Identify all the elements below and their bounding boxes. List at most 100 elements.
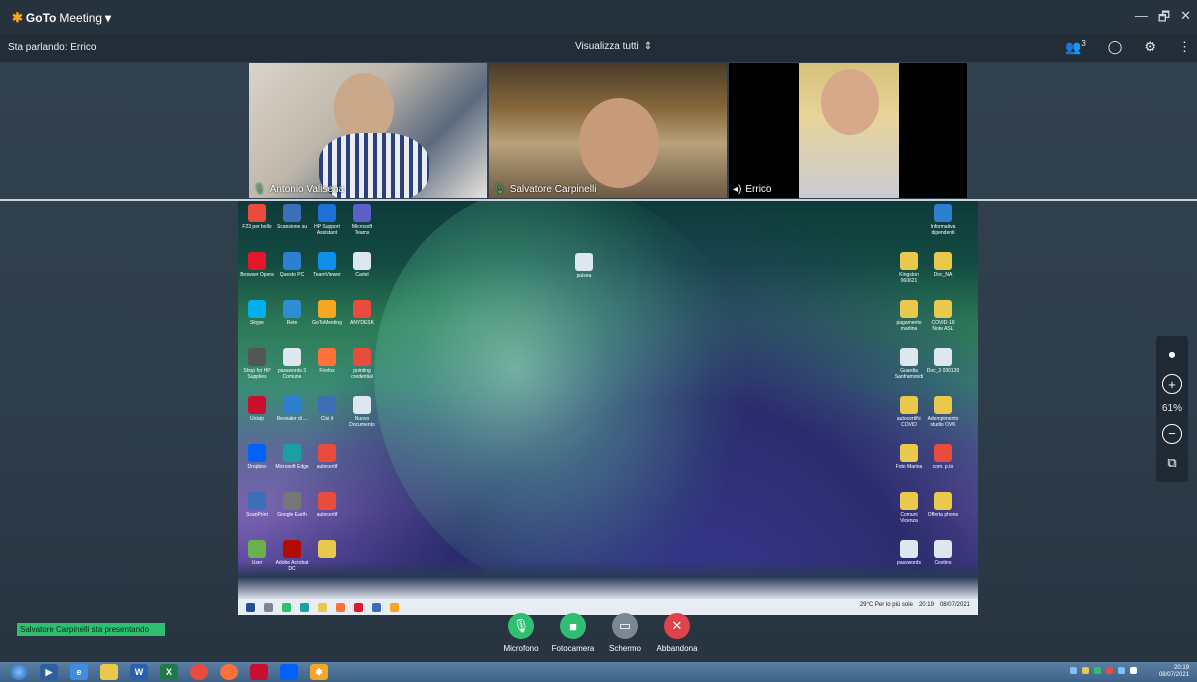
- chat-button[interactable]: ◯: [1108, 39, 1123, 55]
- screenshot-button[interactable]: ⏺: [1162, 345, 1182, 365]
- minimize-button[interactable]: —: [1135, 8, 1148, 30]
- shortcut-icon: [318, 348, 336, 366]
- desktop-shortcut-icon[interactable]: Shop for HP Supplies: [240, 348, 274, 380]
- desktop-shortcut-icon[interactable]: Dropbox: [240, 444, 274, 470]
- desktop-shortcut-icon[interactable]: Cisi it: [310, 396, 344, 422]
- desktop-shortcut-icon[interactable]: Adobe Acrobat DC: [275, 540, 309, 572]
- desktop-shortcut-icon[interactable]: Nuovo Documento: [345, 396, 379, 428]
- desktop-shortcut-icon[interactable]: F23 per bollo: [240, 204, 274, 230]
- desktop-shortcut-icon[interactable]: Unisip: [240, 396, 274, 422]
- chrome-icon[interactable]: [190, 664, 208, 680]
- desktop-shortcut-icon[interactable]: Rete: [275, 300, 309, 326]
- desktop-shortcut-icon[interactable]: Foto Marina: [892, 444, 926, 470]
- excel-icon[interactable]: X: [160, 664, 178, 680]
- zoom-out-button[interactable]: −: [1162, 423, 1182, 444]
- view-all-selector[interactable]: Visualizza tutti ⇕: [575, 41, 652, 52]
- shortcut-icon: [318, 204, 336, 222]
- system-clock[interactable]: 20:19 08/07/2021: [1159, 665, 1189, 679]
- zoom-controls: ⏺ + 61% − ⧉: [1156, 336, 1188, 482]
- desktop-shortcut-icon[interactable]: TeamViewer: [310, 252, 344, 278]
- desktop-icon-label: Shop for HP Supplies: [243, 368, 271, 380]
- desktop-shortcut-icon[interactable]: Comuni Vicenza: [892, 492, 926, 524]
- tray-icon[interactable]: [1082, 667, 1089, 674]
- close-button[interactable]: ✕: [1180, 8, 1191, 30]
- leave-button[interactable]: ✕ Abbandona: [656, 613, 698, 653]
- desktop-shortcut-icon[interactable]: pointing credential: [345, 348, 379, 380]
- desktop-shortcut-icon[interactable]: passwords: [892, 540, 926, 566]
- dropbox-icon[interactable]: [280, 664, 298, 680]
- desktop-shortcut-icon[interactable]: com. p.to: [926, 444, 960, 470]
- media-player-icon[interactable]: ▶: [40, 664, 58, 680]
- app-icon[interactable]: [250, 664, 268, 680]
- tray-icon[interactable]: [1118, 667, 1125, 674]
- app-menu[interactable]: ✱ GoTo Meeting ▾: [12, 10, 111, 26]
- shortcut-icon: [934, 252, 952, 270]
- desktop-shortcut-icon[interactable]: Guardia Sanframondi: [892, 348, 926, 380]
- desktop-icon-label: Skype: [250, 320, 264, 326]
- word-icon[interactable]: W: [130, 664, 148, 680]
- desktop-shortcut-icon[interactable]: passwords 3 Comune: [275, 348, 309, 380]
- desktop-shortcut-icon[interactable]: ANYDESK: [345, 300, 379, 326]
- desktop-shortcut-icon[interactable]: Microsoft Edge: [275, 444, 309, 470]
- shortcut-icon: [934, 396, 952, 414]
- desktop-shortcut-icon[interactable]: Microsoft Teams: [345, 204, 379, 236]
- folder-icon[interactable]: [100, 664, 118, 680]
- desktop-shortcut-icon[interactable]: [310, 540, 344, 560]
- zoom-in-button[interactable]: +: [1162, 374, 1182, 395]
- tray-icon[interactable]: [1106, 667, 1113, 674]
- desktop-shortcut-icon[interactable]: Browser Opera: [240, 252, 274, 278]
- shortcut-icon: [318, 300, 336, 318]
- restore-button[interactable]: 🗗: [1158, 8, 1170, 30]
- participant-video-tile[interactable]: 🎙 Salvatore Carpinelli: [489, 63, 727, 198]
- desktop-shortcut-icon[interactable]: Doc_NA: [926, 252, 960, 278]
- desktop-shortcut-icon[interactable]: autocertif: [310, 492, 344, 518]
- desktop-shortcut-icon[interactable]: Cartel: [345, 252, 379, 278]
- desktop-shortcut-icon[interactable]: Doc_3 030120: [926, 348, 960, 374]
- internet-explorer-icon[interactable]: e: [70, 664, 88, 680]
- tray-icon[interactable]: [1070, 667, 1077, 674]
- desktop-shortcut-icon[interactable]: Informativa dipendenti: [926, 204, 960, 236]
- desktop-shortcut-icon[interactable]: autocertif: [310, 444, 344, 470]
- desktop-shortcut-icon[interactable]: GoToMeeting: [310, 300, 344, 326]
- screen-share-button[interactable]: ▭ Schermo: [604, 613, 646, 653]
- file-icon: [575, 253, 593, 271]
- tray-icon[interactable]: [1094, 667, 1101, 674]
- desktop-shortcut-icon[interactable]: autocertific COVID: [892, 396, 926, 428]
- desktop-shortcut-icon[interactable]: Offerta phone: [926, 492, 960, 518]
- shortcut-icon: [318, 492, 336, 510]
- participant-video-tile[interactable]: 🎙 Antonio Valisena: [249, 63, 487, 198]
- desktop-shortcut-icon[interactable]: COVID-19 Note ASL: [926, 300, 960, 332]
- settings-button[interactable]: ⚙: [1144, 39, 1156, 55]
- attendees-button[interactable]: 👥3: [1065, 39, 1086, 55]
- volume-icon[interactable]: [1130, 667, 1137, 674]
- popout-button[interactable]: ⧉: [1162, 453, 1182, 473]
- desktop-shortcut-icon[interactable]: User: [240, 540, 274, 566]
- windows-start-icon[interactable]: [10, 664, 28, 680]
- desktop-shortcut-icon[interactable]: Revealer di ...: [275, 396, 309, 422]
- camera-button[interactable]: ■ Fotocamera: [552, 613, 594, 653]
- desktop-shortcut-icon[interactable]: Skype: [240, 300, 274, 326]
- desktop-icon-label: HP Support Assistant: [314, 224, 340, 236]
- screen-share-label: Schermo: [608, 644, 641, 653]
- desktop-shortcut-icon[interactable]: Firefox: [310, 348, 344, 374]
- desktop-shortcut-icon[interactable]: Questo PC: [275, 252, 309, 278]
- shortcut-icon: [248, 348, 266, 366]
- desktop-shortcut-icon[interactable]: Kingston 060621: [892, 252, 926, 284]
- more-options-button[interactable]: ⋮: [1178, 39, 1191, 55]
- desktop-shortcut-icon[interactable]: Cestino: [926, 540, 960, 566]
- shared-screen[interactable]: F23 per bollo Scansione su HP Support Assi…: [238, 201, 978, 615]
- gotomeeting-icon[interactable]: ✱: [310, 664, 328, 680]
- desktop-icon-label: Microsoft Teams: [351, 224, 373, 236]
- shortcut-icon: [283, 396, 301, 414]
- taskbar-time: 20:19: [918, 602, 934, 608]
- microphone-button[interactable]: 🎙 Microfono: [500, 613, 542, 653]
- desktop-shortcut-icon[interactable]: Scansione su: [275, 204, 309, 230]
- firefox-icon[interactable]: [220, 664, 238, 680]
- desktop-shortcut-icon[interactable]: Adempimento studio OVK: [926, 396, 960, 428]
- desktop-shortcut-icon[interactable]: Google Earth: [275, 492, 309, 518]
- desktop-file-icon[interactable]: pulsea: [567, 253, 601, 279]
- desktop-shortcut-icon[interactable]: HP Support Assistant: [310, 204, 344, 236]
- participant-video-tile[interactable]: ◂) Errico: [729, 63, 967, 198]
- desktop-shortcut-icon[interactable]: ScanPrint: [240, 492, 274, 518]
- desktop-shortcut-icon[interactable]: pagamento marlina: [892, 300, 926, 332]
